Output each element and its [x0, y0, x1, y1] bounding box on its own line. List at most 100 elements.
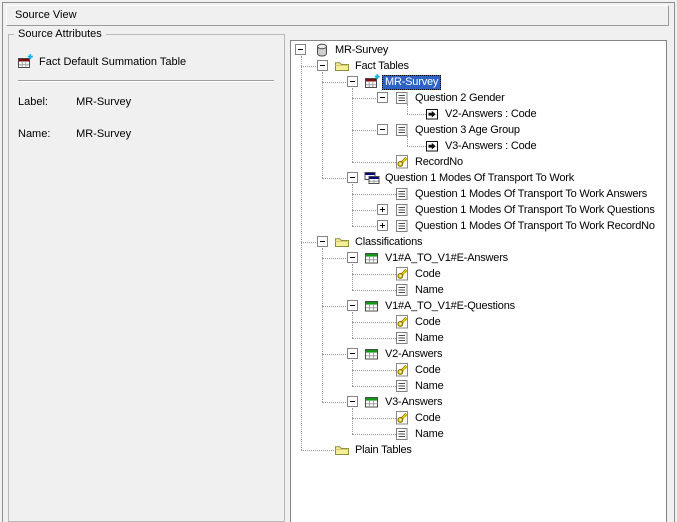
tree-item[interactable]: V1#A_TO_V1#E-Answers	[291, 250, 666, 266]
tree-item-label[interactable]: Plain Tables	[352, 443, 415, 458]
tree-item[interactable]: Name	[291, 378, 666, 394]
tree-item-label[interactable]: Question 1 Modes Of Transport To Work An…	[412, 187, 650, 202]
tree-item-label[interactable]: Name	[412, 427, 447, 442]
tree-item[interactable]: Question 1 Modes Of Transport To Work Re…	[291, 218, 666, 234]
classification-table-icon	[364, 346, 380, 362]
tree-item-label[interactable]: V1#A_TO_V1#E-Questions	[382, 299, 518, 314]
tree-item-label[interactable]: Question 1 Modes Of Transport To Work Qu…	[412, 203, 658, 218]
tree-expander[interactable]	[347, 172, 358, 183]
field-name: Name:	[18, 127, 73, 141]
tree-connector	[322, 306, 348, 307]
tree-item-label[interactable]: Code	[412, 363, 444, 378]
tree-item[interactable]: Classifications	[291, 234, 666, 250]
tree-item[interactable]: MR-Survey	[291, 74, 666, 90]
tree-item[interactable]: Name	[291, 330, 666, 346]
key-icon	[394, 154, 410, 170]
tree-item-label[interactable]: V2-Answers	[382, 347, 445, 362]
folder-icon	[334, 442, 350, 458]
tree-item[interactable]: Question 3 Age Group	[291, 122, 666, 138]
tree-expander[interactable]	[347, 348, 358, 359]
tree-item[interactable]: RecordNo	[291, 154, 666, 170]
tree-connector	[301, 66, 318, 67]
folder-icon	[334, 58, 350, 74]
tree-item-label[interactable]: Code	[412, 411, 444, 426]
tree-expander[interactable]	[377, 204, 388, 215]
tree-item[interactable]: Plain Tables	[291, 442, 666, 458]
tree-item-label[interactable]: V1#A_TO_V1#E-Answers	[382, 251, 511, 266]
tree-item[interactable]: Code	[291, 410, 666, 426]
tree-expander[interactable]	[377, 220, 388, 231]
tree-item[interactable]: Question 1 Modes Of Transport To Work An…	[291, 186, 666, 202]
tree-item-label[interactable]: V2-Answers : Code	[442, 107, 539, 122]
tree-item-label[interactable]: Name	[412, 331, 447, 346]
classification-table-icon	[364, 394, 380, 410]
field-value: MR-Survey	[76, 128, 131, 140]
tree-connector	[352, 194, 396, 195]
list-icon	[394, 186, 410, 202]
tree-expander[interactable]	[347, 300, 358, 311]
name-field: Name: MR-Survey	[18, 127, 131, 141]
tree-item[interactable]: Question 1 Modes Of Transport To Work	[291, 170, 666, 186]
multi-table-icon	[364, 170, 380, 186]
tree-item-label[interactable]: Code	[412, 315, 444, 330]
tree-expander[interactable]	[347, 76, 358, 87]
tree-item-label[interactable]: V3-Answers : Code	[442, 139, 539, 154]
tree-expander[interactable]	[377, 92, 388, 103]
source-view-header: Source View	[6, 5, 669, 26]
tree-connector	[322, 354, 348, 355]
tree-expander[interactable]	[317, 60, 328, 71]
tree-connector	[301, 450, 336, 451]
tree-item-label[interactable]: MR-Survey	[332, 43, 391, 58]
list-icon	[394, 426, 410, 442]
tree-item-label[interactable]: Question 3 Age Group	[412, 123, 523, 138]
tree-item-label[interactable]: Classifications	[352, 235, 425, 250]
tree-item-label[interactable]: Name	[412, 379, 447, 394]
tree-expander[interactable]	[347, 396, 358, 407]
list-icon	[394, 122, 410, 138]
tree-item[interactable]: MR-Survey	[291, 42, 666, 58]
tree-item-label[interactable]: Question 1 Modes Of Transport To Work	[382, 171, 577, 186]
link-arrow-icon	[424, 138, 440, 154]
tree-connector	[352, 210, 378, 211]
database-icon	[314, 42, 330, 58]
tree-expander[interactable]	[317, 236, 328, 247]
fact-table-icon	[17, 54, 33, 70]
tree-item[interactable]: Question 2 Gender	[291, 90, 666, 106]
tree-item[interactable]: Code	[291, 266, 666, 282]
tree-expander[interactable]	[347, 252, 358, 263]
tree-item[interactable]: Code	[291, 362, 666, 378]
tree-item[interactable]: V3-Answers : Code	[291, 138, 666, 154]
tree-item-label[interactable]: Name	[412, 283, 447, 298]
tree-connector	[322, 82, 348, 83]
tree-connector	[352, 370, 396, 371]
tree-connector	[322, 178, 348, 179]
link-arrow-icon	[424, 106, 440, 122]
tree-item[interactable]: Fact Tables	[291, 58, 666, 74]
tree-item-label[interactable]: Question 2 Gender	[412, 91, 508, 106]
tree-connector	[352, 98, 378, 99]
tree-item-label[interactable]: Code	[412, 267, 444, 282]
tree-item[interactable]: V1#A_TO_V1#E-Questions	[291, 298, 666, 314]
key-icon	[394, 410, 410, 426]
tree-connector	[301, 242, 318, 243]
tree-item[interactable]: V2-Answers : Code	[291, 106, 666, 122]
tree-item[interactable]: Code	[291, 314, 666, 330]
tree-item[interactable]: Name	[291, 426, 666, 442]
tree-expander[interactable]	[377, 124, 388, 135]
tree-item[interactable]: Name	[291, 282, 666, 298]
key-icon	[394, 314, 410, 330]
tree-item-label[interactable]: Fact Tables	[352, 59, 412, 74]
tree-item-label[interactable]: RecordNo	[412, 155, 466, 170]
tree-expander[interactable]	[295, 44, 306, 55]
tree-item[interactable]: V3-Answers	[291, 394, 666, 410]
tree-item[interactable]: Question 1 Modes Of Transport To Work Qu…	[291, 202, 666, 218]
tree-item-label[interactable]: MR-Survey	[382, 75, 441, 90]
tree-connector	[352, 130, 378, 131]
tree-item-label[interactable]: Question 1 Modes Of Transport To Work Re…	[412, 219, 658, 234]
tree-connector	[322, 402, 348, 403]
tree-item-label[interactable]: V3-Answers	[382, 395, 445, 410]
field-name: Label:	[18, 95, 73, 109]
tree-view: MR-SurveyFact TablesMR-SurveyQuestion 2 …	[290, 40, 667, 522]
tree-item[interactable]: V2-Answers	[291, 346, 666, 362]
group-title: Source Attributes	[14, 28, 106, 40]
